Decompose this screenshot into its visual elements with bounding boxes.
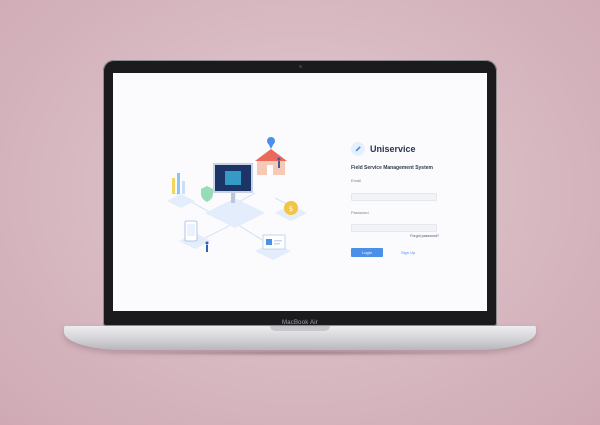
phone-icon [184,220,198,242]
coin-icon: $ [284,201,298,215]
pencil-icon [351,142,365,156]
email-label: Email [351,178,362,183]
forgot-password-link[interactable]: Forgot password? [351,234,439,238]
base-notch [270,326,330,331]
house-icon [255,149,287,175]
login-button[interactable]: Login [351,248,383,257]
location-pin-icon [267,137,275,149]
bar-chart-icon [172,173,185,194]
svg-text:$: $ [289,205,293,213]
password-label: Password [351,209,369,215]
brand: Uniservice [351,142,439,156]
shield-icon [201,186,213,202]
base-shadow [90,350,510,356]
isometric-illustration: $ [167,137,307,260]
email-field[interactable] [351,192,437,201]
password-field[interactable] [351,224,437,232]
form-actions: Login Sign Up [351,248,439,257]
laptop-base [64,326,536,350]
checklist-icon [262,234,286,250]
brand-name: Uniservice [370,144,416,154]
camera [299,65,302,68]
login-panel: Uniservice Field Service Management Syst… [351,142,439,257]
sign-up-link[interactable]: Sign Up [401,250,415,255]
page-subtitle: Field Service Management System [351,165,433,171]
screen: $ Uniservice Field Service Management Sy… [113,73,487,311]
bezel-bottom: MacBook Air [103,311,497,326]
laptop-lid: $ Uniservice Field Service Management Sy… [103,60,497,326]
